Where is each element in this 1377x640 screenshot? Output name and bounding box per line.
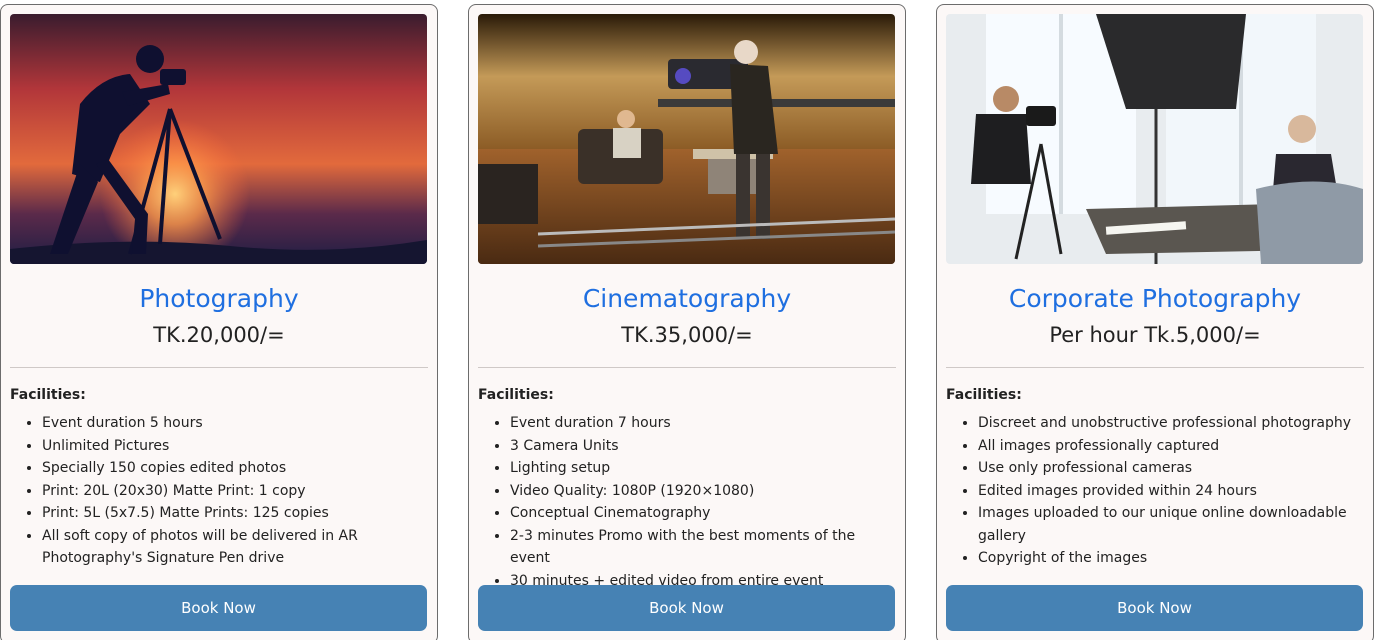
package-title: Corporate Photography xyxy=(1008,284,1302,313)
features-list: Event duration 5 hours Unlimited Picture… xyxy=(10,412,428,570)
cinematography-image xyxy=(478,14,895,264)
package-price: Per hour Tk.5,000/= xyxy=(1049,323,1261,347)
package-title: Photography xyxy=(139,284,299,313)
facilities-label: Facilities: xyxy=(946,387,1022,403)
feature-item: Conceptual Cinematography xyxy=(510,502,896,525)
feature-item: 2-3 minutes Promo with the best moments … xyxy=(510,525,896,570)
feature-item: Discreet and unobstructive professional … xyxy=(978,412,1364,435)
features-list: Discreet and unobstructive professional … xyxy=(946,412,1364,570)
package-card-cinematography: Cinematography TK.35,000/= Facilities: E… xyxy=(468,4,906,640)
corporate-photography-image xyxy=(946,14,1363,264)
feature-item: All soft copy of photos will be delivere… xyxy=(42,525,428,570)
facilities-label: Facilities: xyxy=(10,387,86,403)
divider xyxy=(478,367,896,368)
feature-item: 3 Camera Units xyxy=(510,435,896,458)
feature-item: Edited images provided within 24 hours xyxy=(978,480,1364,503)
feature-item: Images uploaded to our unique online dow… xyxy=(978,502,1364,547)
book-now-button[interactable]: Book Now xyxy=(10,585,427,631)
package-price: TK.20,000/= xyxy=(153,323,285,347)
divider xyxy=(10,367,428,368)
feature-item: Use only professional cameras xyxy=(978,457,1364,480)
package-title: Cinematography xyxy=(582,284,792,313)
feature-item: Print: 5L (5x7.5) Matte Prints: 125 copi… xyxy=(42,502,428,525)
features-list: Event duration 7 hours 3 Camera Units Li… xyxy=(478,412,896,592)
divider xyxy=(946,367,1364,368)
feature-item: Unlimited Pictures xyxy=(42,435,428,458)
photography-image xyxy=(10,14,427,264)
book-now-button[interactable]: Book Now xyxy=(946,585,1363,631)
feature-item: Print: 20L (20x30) Matte Print: 1 copy xyxy=(42,480,428,503)
book-now-button[interactable]: Book Now xyxy=(478,585,895,631)
feature-item: Specially 150 copies edited photos xyxy=(42,457,428,480)
feature-item: Lighting setup xyxy=(510,457,896,480)
feature-item: All images professionally captured xyxy=(978,435,1364,458)
feature-item: Event duration 7 hours xyxy=(510,412,896,435)
package-card-corporate-photography: Corporate Photography Per hour Tk.5,000/… xyxy=(936,4,1374,640)
feature-item: Copyright of the images xyxy=(978,547,1364,570)
package-card-photography: Photography TK.20,000/= Facilities: Even… xyxy=(0,4,438,640)
feature-item: Video Quality: 1080P (1920×1080) xyxy=(510,480,896,503)
package-price: TK.35,000/= xyxy=(621,323,753,347)
feature-item: Event duration 5 hours xyxy=(42,412,428,435)
facilities-label: Facilities: xyxy=(478,387,554,403)
